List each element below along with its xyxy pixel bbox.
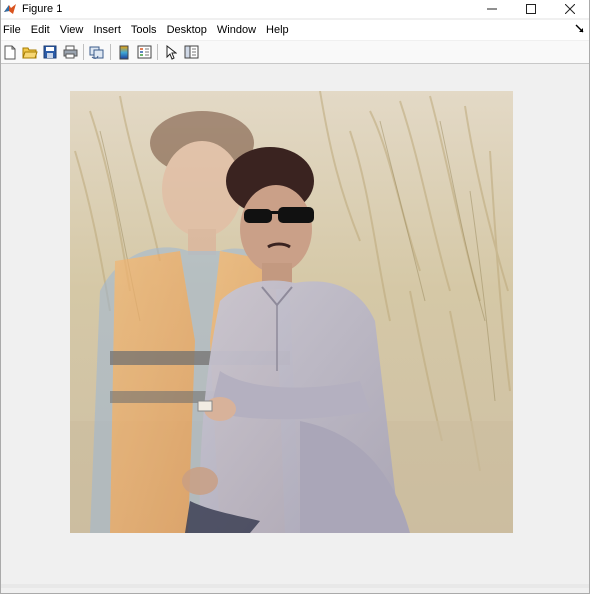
figure-canvas[interactable]	[1, 64, 589, 588]
print-button[interactable]	[61, 43, 79, 61]
menu-bar: File Edit View Insert Tools Desktop Wind…	[1, 20, 589, 40]
menu-window[interactable]: Window	[213, 20, 262, 40]
toolbar-separator	[157, 44, 158, 60]
show-plot-tools-button[interactable]	[182, 43, 200, 61]
insert-colorbar-icon	[119, 45, 129, 59]
minimize-button[interactable]	[472, 0, 511, 18]
menu-view[interactable]: View	[56, 20, 90, 40]
menu-help[interactable]: Help	[262, 20, 295, 40]
link-plot-button[interactable]	[88, 43, 106, 61]
dock-figure-icon[interactable]	[575, 24, 585, 34]
new-figure-button[interactable]	[1, 43, 19, 61]
save-icon	[43, 45, 57, 59]
close-icon	[564, 4, 575, 14]
edit-plot-icon	[166, 44, 177, 60]
toolbar-separator	[110, 44, 111, 60]
insert-legend-icon	[137, 45, 151, 59]
menu-desktop[interactable]: Desktop	[163, 20, 213, 40]
save-button[interactable]	[41, 43, 59, 61]
menu-file[interactable]: File	[1, 20, 27, 40]
open-file-button[interactable]	[21, 43, 39, 61]
edit-plot-button[interactable]	[162, 43, 180, 61]
link-plot-icon	[89, 46, 104, 59]
menu-tools[interactable]: Tools	[127, 20, 163, 40]
print-icon	[63, 45, 77, 59]
window-controls	[472, 0, 589, 18]
window-bottom-edge	[1, 584, 589, 588]
figure-toolbar	[1, 41, 589, 64]
insert-colorbar-button[interactable]	[115, 43, 133, 61]
image-axes[interactable]	[70, 91, 513, 533]
minimize-icon	[486, 8, 497, 10]
figure-window: Figure 1 File Edit View Insert Tools Des…	[0, 0, 590, 594]
insert-legend-button[interactable]	[135, 43, 153, 61]
close-button[interactable]	[550, 0, 589, 18]
open-file-icon	[22, 47, 38, 59]
title-bar[interactable]: Figure 1	[1, 0, 589, 18]
matlab-logo-icon	[4, 4, 16, 14]
maximize-icon	[525, 4, 536, 14]
new-figure-icon	[4, 45, 16, 59]
menu-edit[interactable]: Edit	[27, 20, 56, 40]
double-exposure-photo	[70, 91, 513, 533]
menu-insert[interactable]: Insert	[89, 20, 127, 40]
window-title: Figure 1	[22, 3, 63, 15]
toolbar-separator	[83, 44, 84, 60]
maximize-button[interactable]	[511, 0, 550, 18]
show-plot-tools-icon	[184, 45, 198, 59]
